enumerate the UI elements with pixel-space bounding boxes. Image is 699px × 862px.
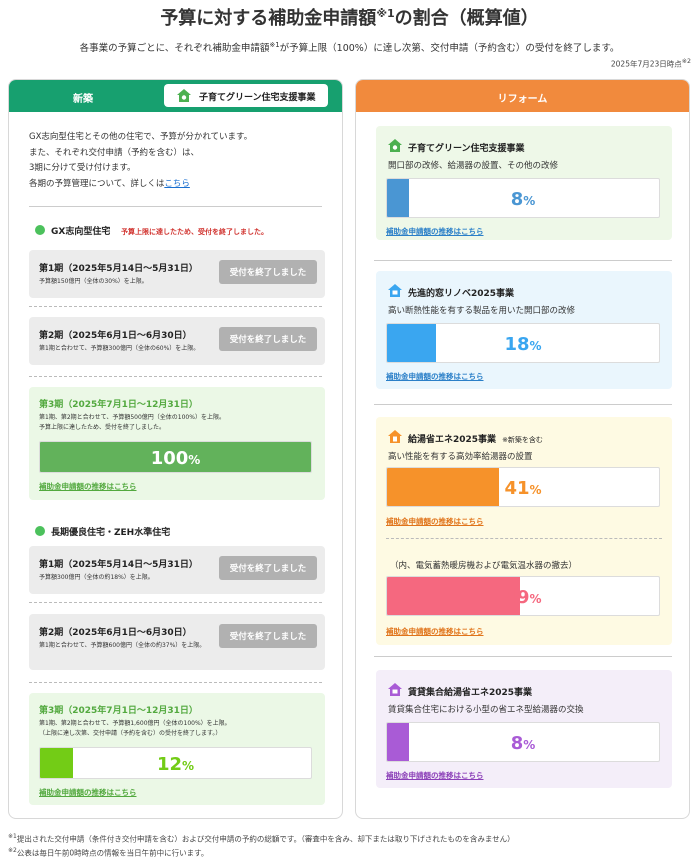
progress-bar: 12% bbox=[39, 747, 312, 779]
window-house-icon bbox=[388, 284, 402, 297]
water-heater-house-icon bbox=[388, 430, 402, 443]
divider bbox=[29, 602, 322, 603]
history-link[interactable]: 補助金申請額の推移はこちら bbox=[386, 516, 484, 527]
gx-closed-note: 予算上限に達したため、受付を終了しました。 bbox=[121, 228, 268, 236]
divider bbox=[374, 260, 672, 261]
zeh-period-1-card: 第1期（2025年5月14日～5月31日） 予算額300億円（全体の約18%）を… bbox=[29, 546, 325, 594]
divider bbox=[374, 656, 672, 657]
as-of-date: 2025年7月23日時点※2 bbox=[610, 58, 691, 69]
history-link[interactable]: 補助金申請額の推移はこちら bbox=[39, 481, 137, 492]
history-link[interactable]: 補助金申請額の推移はこちら bbox=[386, 626, 484, 637]
progress-bar: 8% bbox=[386, 178, 660, 218]
zeh-period-2-card: 第2期（2025年6月1日～6月30日） 第1期と合わせて、予算額600億円（全… bbox=[29, 614, 325, 670]
reform-program-card: 先進的窓リノベ2025事業 高い断熱性能を有する製品を用いた開口部の改修 18%… bbox=[376, 271, 672, 389]
footnote-1: ※1提出された交付申請（条件付き交付申請を含む）および交付申請の予約の総額です。… bbox=[8, 833, 515, 844]
details-link[interactable]: こちら bbox=[164, 179, 190, 189]
history-link[interactable]: 補助金申請額の推移はこちら bbox=[386, 371, 484, 382]
reform-program-card: 賃貸集合給湯省エネ2025事業 賃貸集合住宅における小型の省エネ型給湯器の交換 … bbox=[376, 670, 672, 788]
closed-button[interactable]: 受付を終了しました bbox=[219, 327, 317, 351]
history-link[interactable]: 補助金申請額の推移はこちら bbox=[39, 787, 137, 798]
zeh-section-title: 長期優良住宅・ZEH水準住宅 bbox=[29, 522, 177, 540]
reform-program-card: 給湯省エネ2025事業 ※新築を含む 高い性能を有する高効率給湯器の設置 41% … bbox=[376, 417, 672, 645]
closed-button[interactable]: 受付を終了しました bbox=[219, 260, 317, 284]
green-dot-icon bbox=[35, 225, 45, 235]
progress-bar: 18% bbox=[386, 323, 660, 363]
progress-bar: 100% bbox=[39, 441, 312, 473]
divider bbox=[29, 376, 322, 377]
zeh-period-3-card: 第3期（2025年7月1日～12月31日） 第1期、第2期と合わせて、予算額1,… bbox=[29, 693, 325, 805]
new-build-tab-label: 新築 bbox=[73, 94, 93, 105]
closed-button[interactable]: 受付を終了しました bbox=[219, 556, 317, 580]
gx-period-1-card: 第1期（2025年5月14日～5月31日） 予算額150億円（全体の30%）を上… bbox=[29, 250, 325, 298]
program-tag: 子育てグリーン住宅支援事業 bbox=[164, 84, 328, 107]
reform-panel: リフォーム 子育てグリーン住宅支援事業 開口部の改修、給湯器の設置、その他の改修… bbox=[355, 79, 690, 819]
divider bbox=[374, 404, 672, 405]
history-link[interactable]: 補助金申請額の推移はこちら bbox=[386, 770, 484, 781]
history-link[interactable]: 補助金申請額の推移はこちら bbox=[386, 226, 484, 237]
gx-period-3-card: 第3期（2025年7月1日～12月31日） 第1期、第2期と合わせて、予算額50… bbox=[29, 387, 325, 500]
progress-bar: 41% bbox=[386, 467, 660, 507]
footnote-2: ※2公表は毎日午前0時時点の情報を当日午前中に行います。 bbox=[8, 847, 209, 858]
new-build-header: 新築 子育てグリーン住宅支援事業 bbox=[9, 80, 342, 112]
closed-button[interactable]: 受付を終了しました bbox=[219, 624, 317, 648]
divider bbox=[29, 306, 322, 307]
progress-bar: 49% bbox=[386, 576, 660, 616]
gx-section-title: GX志向型住宅 bbox=[29, 221, 117, 239]
apartment-heater-icon bbox=[388, 683, 402, 696]
divider bbox=[29, 206, 322, 207]
reform-header: リフォーム bbox=[356, 80, 689, 112]
progress-bar: 8% bbox=[386, 722, 660, 762]
divider bbox=[29, 682, 322, 683]
gx-period-2-card: 第2期（2025年6月1日～6月30日） 第1期と合わせて、予算額300億円（全… bbox=[29, 317, 325, 365]
green-house-icon bbox=[388, 139, 402, 152]
page-subtitle: 各事業の予算ごとに、それぞれ補助金申請額※1が予算上限（100%）に達し次第、交… bbox=[79, 40, 620, 54]
intro-text: GX志向型住宅とその他の住宅で、予算が分かれています。 また、それぞれ交付申請（… bbox=[29, 132, 253, 189]
page-title: 予算に対する補助金申請額※1の割合（概算値） bbox=[160, 7, 539, 29]
green-dot-icon bbox=[35, 526, 45, 536]
divider bbox=[386, 538, 662, 539]
green-house-icon bbox=[177, 89, 191, 102]
reform-program-card: 子育てグリーン住宅支援事業 開口部の改修、給湯器の設置、その他の改修 8% 補助… bbox=[376, 126, 672, 240]
new-build-panel: 新築 子育てグリーン住宅支援事業 GX志向型住宅とその他の住宅で、予算が分かれて… bbox=[8, 79, 343, 819]
